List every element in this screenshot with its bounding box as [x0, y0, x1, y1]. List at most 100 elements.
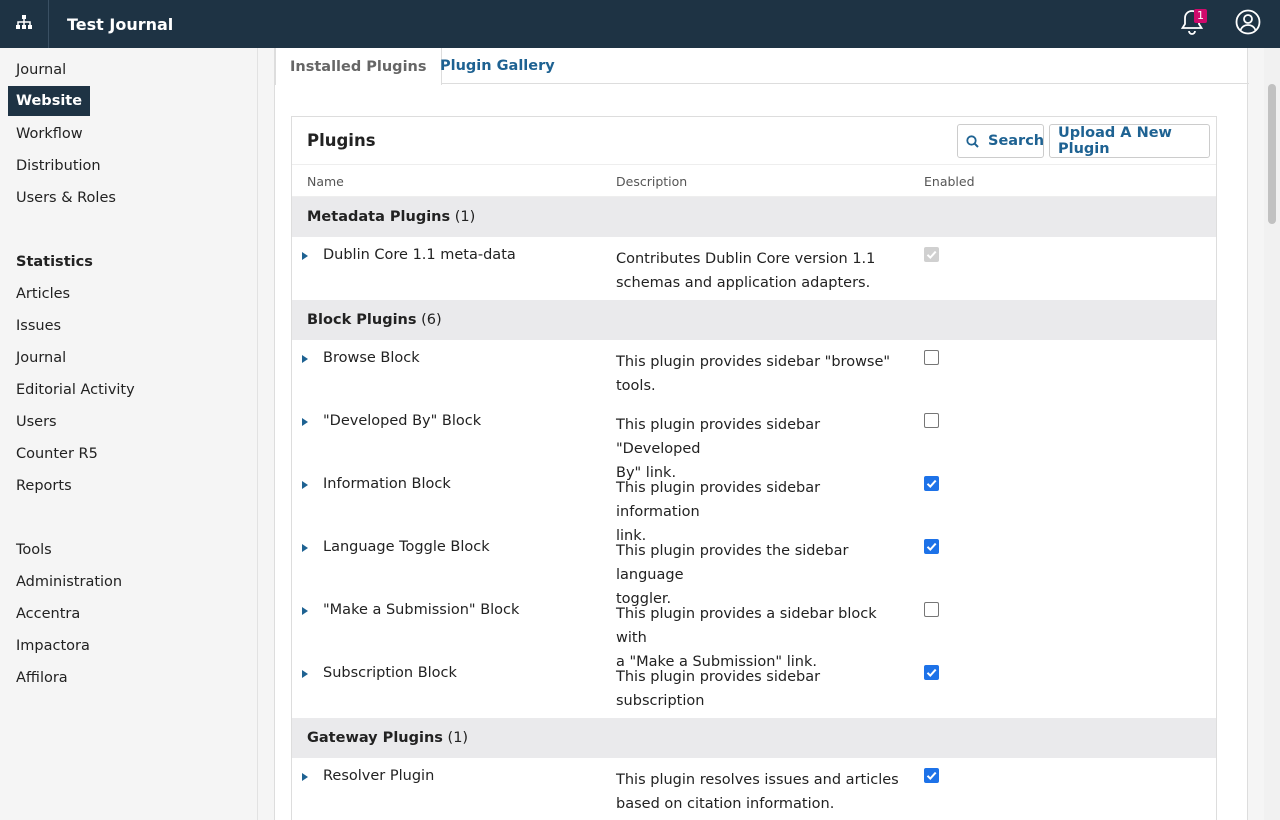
plugin-name[interactable]: Resolver Plugin: [323, 768, 434, 784]
plugin-name[interactable]: Dublin Core 1.1 meta-data: [323, 247, 516, 263]
column-description: Description: [616, 174, 688, 189]
plugin-row: Browse Block This plugin provides sidebar…: [292, 340, 1216, 403]
user-circle-icon: [1235, 9, 1261, 39]
search-button-label: Search: [988, 133, 1045, 149]
expand-arrow-icon[interactable]: [302, 670, 308, 678]
plugin-name[interactable]: "Developed By" Block: [323, 413, 481, 429]
plugin-description: Contributes Dublin Core version 1.1 schem…: [616, 247, 901, 295]
plugin-description-line: This plugin provides sidebar "Developed: [616, 417, 821, 457]
enabled-checkbox[interactable]: [924, 350, 939, 365]
user-menu-button[interactable]: [1228, 0, 1268, 48]
sitemap-icon: [15, 14, 33, 34]
category-name: Gateway Plugins: [307, 730, 443, 746]
category-count: (1): [442, 730, 469, 746]
plugin-description-line: This plugin resolves issues and articles: [616, 772, 899, 788]
plugin-row: Information Block This plugin provides si…: [292, 466, 1216, 544]
category-count: (6): [416, 312, 442, 328]
expand-arrow-icon[interactable]: [302, 544, 308, 552]
tab-plugin-gallery[interactable]: Plugin Gallery: [426, 48, 569, 84]
plugin-name[interactable]: Browse Block: [323, 350, 420, 366]
column-enabled: Enabled: [924, 174, 975, 189]
category-count: (1): [450, 209, 476, 225]
plugin-description-line: Contributes Dublin Core version 1.1: [616, 251, 876, 267]
sidebar-heading-statistics[interactable]: Statistics: [16, 254, 93, 270]
expand-arrow-icon[interactable]: [302, 418, 308, 426]
plugin-tabs: Installed Plugins Plugin Gallery: [275, 48, 1249, 85]
expand-arrow-icon[interactable]: [302, 607, 308, 615]
expand-arrow-icon[interactable]: [302, 773, 308, 781]
sidebar-item-journal[interactable]: Journal: [16, 62, 66, 78]
plugin-name[interactable]: Subscription Block: [323, 665, 457, 681]
plugin-name[interactable]: Language Toggle Block: [323, 539, 490, 555]
plugins-grid: Plugins Search Upload A New Plugin Name …: [291, 116, 1217, 820]
grid-column-headers: Name Description Enabled: [292, 165, 1216, 197]
expand-arrow-icon[interactable]: [302, 481, 308, 489]
plugin-description-line: schemas and application adapters.: [616, 275, 871, 291]
notification-badge: 1: [1194, 9, 1207, 23]
sidebar-item-reports[interactable]: Reports: [16, 478, 72, 494]
column-name: Name: [307, 174, 344, 189]
sidebar-item-stats-journal[interactable]: Journal: [16, 350, 66, 366]
search-icon: [966, 134, 979, 148]
plugins-panel: Installed Plugins Plugin Gallery Plugins…: [274, 48, 1249, 820]
sidebar-item-affilora[interactable]: Affilora: [16, 670, 68, 686]
sidebar-item-tools[interactable]: Tools: [16, 542, 52, 558]
plugin-row: Resolver Plugin This plugin resolves issu…: [292, 758, 1216, 820]
page-scrollbar[interactable]: [1264, 48, 1280, 820]
sidebar-item-impactora[interactable]: Impactora: [16, 638, 90, 654]
plugin-category-row: Block Plugins (6): [292, 300, 1216, 340]
expand-arrow-icon[interactable]: [302, 252, 308, 260]
sidebar-item-issues[interactable]: Issues: [16, 318, 61, 334]
sidebar-item-articles[interactable]: Articles: [16, 286, 70, 302]
expand-arrow-icon[interactable]: [302, 355, 308, 363]
plugin-description-line: This plugin provides the sidebar languag…: [616, 543, 849, 583]
plugin-category-row: Gateway Plugins (1): [292, 718, 1216, 758]
enabled-checkbox[interactable]: [924, 602, 939, 617]
plugin-name[interactable]: Information Block: [323, 476, 451, 492]
sidebar-nav: Journal Website Workflow Distribution Us…: [0, 48, 258, 820]
plugin-row: Subscription Block This plugin provides s…: [292, 655, 1216, 733]
plugin-name[interactable]: "Make a Submission" Block: [323, 602, 519, 618]
sidebar-item-distribution[interactable]: Distribution: [16, 158, 101, 174]
category-name: Block Plugins: [307, 312, 417, 328]
journal-title[interactable]: Test Journal: [67, 15, 173, 34]
enabled-checkbox[interactable]: [924, 476, 939, 491]
grid-title: Plugins: [307, 131, 376, 150]
plugin-description-line: This plugin provides a sidebar block wit…: [616, 606, 877, 646]
category-name: Metadata Plugins: [307, 209, 451, 225]
notifications-button[interactable]: 1: [1172, 0, 1212, 48]
sidebar-item-counter-r5[interactable]: Counter R5: [16, 446, 98, 462]
plugin-description-line: based on citation information.: [616, 796, 835, 812]
plugin-description-line: This plugin provides sidebar subscriptio…: [616, 669, 821, 709]
plugin-row: Dublin Core 1.1 meta-data Contributes Dub…: [292, 237, 1216, 300]
tab-installed-plugins[interactable]: Installed Plugins: [275, 48, 442, 85]
plugin-row: "Make a Submission" Block This plugin pro…: [292, 592, 1216, 670]
sidebar-item-workflow[interactable]: Workflow: [16, 126, 83, 142]
search-button[interactable]: Search: [957, 124, 1044, 158]
sidebar-item-editorial-activity[interactable]: Editorial Activity: [16, 382, 135, 398]
scrollbar-thumb[interactable]: [1268, 84, 1276, 224]
plugin-description-line: This plugin provides sidebar information: [616, 480, 821, 520]
plugin-row: "Developed By" Block This plugin provides…: [292, 403, 1216, 481]
plugin-description-line: This plugin provides sidebar "browse": [616, 354, 891, 370]
top-header: Test Journal 1: [0, 0, 1280, 48]
sidebar-item-users-roles[interactable]: Users & Roles: [16, 190, 116, 206]
plugin-category-row: Metadata Plugins (1): [292, 197, 1216, 237]
sidebar-item-users[interactable]: Users: [16, 414, 57, 430]
sidebar-item-accentra[interactable]: Accentra: [16, 606, 80, 622]
enabled-checkbox[interactable]: [924, 539, 939, 554]
enabled-checkbox: [924, 247, 939, 262]
enabled-checkbox[interactable]: [924, 768, 939, 783]
sidebar-item-website[interactable]: Website: [8, 86, 91, 116]
grid-body: Metadata Plugins (1) Dublin Core 1.1 meta…: [292, 197, 1216, 820]
enabled-checkbox[interactable]: [924, 413, 939, 428]
site-switcher-button[interactable]: [0, 0, 49, 48]
plugin-row: Language Toggle Block This plugin provide…: [292, 529, 1216, 607]
plugin-description: This plugin provides sidebar "browse" too…: [616, 350, 901, 398]
sidebar-item-administration[interactable]: Administration: [16, 574, 122, 590]
enabled-checkbox[interactable]: [924, 665, 939, 680]
upload-plugin-button[interactable]: Upload A New Plugin: [1049, 124, 1210, 158]
plugin-description-line: tools.: [616, 378, 656, 394]
main-content: Installed Plugins Plugin Gallery Plugins…: [258, 48, 1264, 820]
plugin-description: This plugin resolves issues and articles…: [616, 768, 901, 816]
